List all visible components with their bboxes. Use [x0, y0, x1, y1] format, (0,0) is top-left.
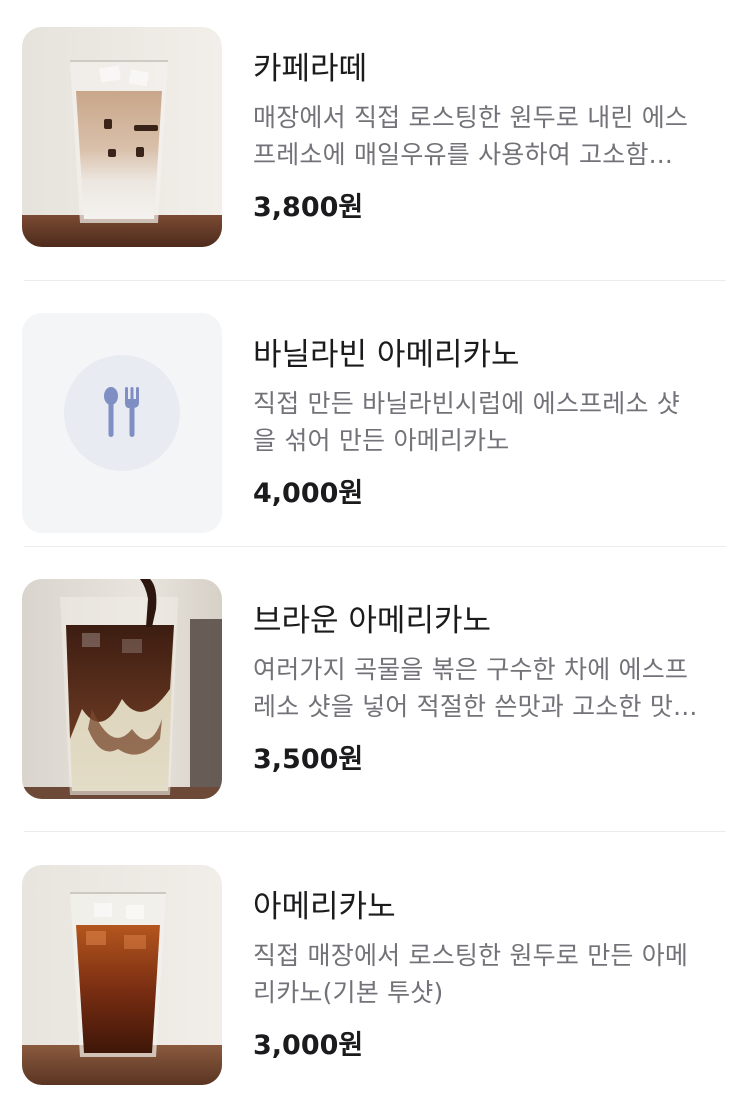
menu-item-price: 3,500원 — [253, 744, 364, 775]
menu-item-price: 4,000원 — [253, 478, 364, 509]
divider — [24, 831, 726, 832]
menu-item-price: 3,800원 — [253, 192, 364, 223]
menu-list: 카페라떼 매장에서 직접 로스팅한 원두로 내린 에스 프레소에 매일우유를 사… — [0, 0, 750, 1106]
menu-item-name: 아메리카노 — [253, 889, 396, 925]
menu-item-cafe-latte[interactable]: 카페라떼 매장에서 직접 로스팅한 원두로 내린 에스 프레소에 매일우유를 사… — [22, 27, 726, 247]
menu-item-brown-americano[interactable]: 브라운 아메리카노 여러가지 곡물을 볶은 구수한 차에 에스프 레소 샷을 넣… — [22, 579, 726, 799]
description-line: 직접 만든 바닐라빈시럽에 에스프레소 샷 — [253, 389, 680, 418]
menu-item-vanilla-bean-americano[interactable]: 바닐라빈 아메리카노 직접 만든 바닐라빈시럽에 에스프레소 샷 을 섞어 만든… — [22, 313, 726, 533]
menu-item-americano[interactable]: 아메리카노 직접 매장에서 로스팅한 원두로 만든 아메 리카노(기본 투샷) … — [22, 865, 726, 1085]
menu-item-name: 바닐라빈 아메리카노 — [253, 337, 520, 373]
description-line: 직접 매장에서 로스팅한 원두로 만든 아메 — [253, 941, 689, 970]
placeholder-circle — [64, 355, 180, 471]
description-line: 레소 샷을 넣어 적절한 쓴맛과 고소한 맛... — [253, 692, 698, 721]
divider — [24, 280, 726, 281]
cafe-latte-image — [22, 27, 222, 247]
description-line: 매장에서 직접 로스팅한 원두로 내린 에스 — [253, 103, 689, 132]
description-line: 여러가지 곡물을 볶은 구수한 차에 에스프 — [253, 655, 689, 684]
description-line: 프레소에 매일우유를 사용하여 고소함... — [253, 140, 674, 169]
menu-item-name: 카페라떼 — [253, 51, 368, 87]
menu-item-description: 여러가지 곡물을 볶은 구수한 차에 에스프 레소 샷을 넣어 적절한 쓴맛과 … — [253, 651, 728, 725]
menu-item-price: 3,000원 — [253, 1030, 364, 1061]
menu-item-description: 매장에서 직접 로스팅한 원두로 내린 에스 프레소에 매일우유를 사용하여 고… — [253, 99, 728, 173]
description-line: 을 섞어 만든 아메리카노 — [253, 426, 510, 455]
menu-item-description: 직접 만든 바닐라빈시럽에 에스프레소 샷 을 섞어 만든 아메리카노 — [253, 385, 728, 459]
americano-image — [22, 865, 222, 1085]
divider — [24, 546, 726, 547]
menu-item-name: 브라운 아메리카노 — [253, 603, 492, 639]
placeholder-image — [22, 313, 222, 533]
fork-spoon-icon — [104, 387, 139, 437]
description-line: 리카노(기본 투샷) — [253, 978, 444, 1007]
menu-item-description: 직접 매장에서 로스팅한 원두로 만든 아메 리카노(기본 투샷) — [253, 937, 728, 1011]
brown-americano-image — [22, 579, 222, 799]
